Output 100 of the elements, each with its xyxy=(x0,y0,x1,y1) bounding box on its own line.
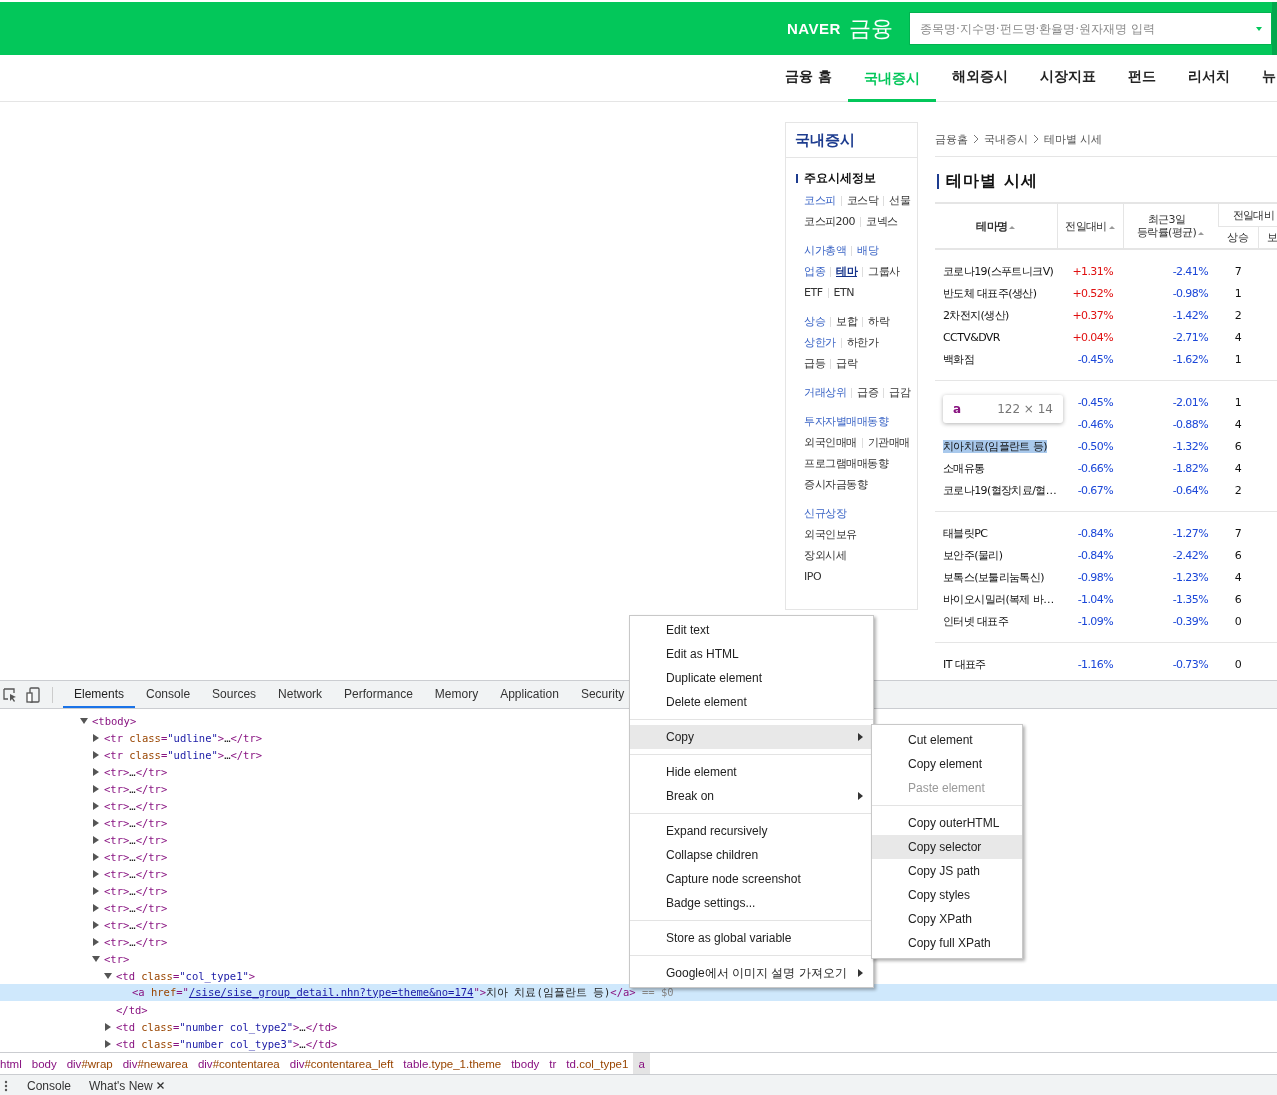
menu-item[interactable]: Badge settings... xyxy=(630,891,873,915)
sidebar-link[interactable]: 업종 xyxy=(804,264,825,279)
sidebar-link[interactable]: ETF xyxy=(804,286,823,299)
collapsed-arrow-icon[interactable] xyxy=(93,903,99,912)
menu-item[interactable]: Duplicate element xyxy=(630,666,873,690)
sidebar-link[interactable]: 외국인매매 xyxy=(804,435,857,450)
devtools-tab[interactable]: Application xyxy=(489,681,570,708)
menu-item[interactable]: Copy element xyxy=(872,752,1022,776)
collapsed-arrow-icon[interactable] xyxy=(93,750,99,759)
close-icon[interactable] xyxy=(156,1082,164,1089)
theme-name-link[interactable]: CCTV&DVR xyxy=(943,330,1000,344)
sidebar-link[interactable]: 투자자별매매동향 xyxy=(804,414,888,429)
sidebar-link[interactable]: 상승 xyxy=(804,314,825,329)
dom-node-line[interactable]: <tr>…</tr> xyxy=(0,797,168,814)
collapsed-arrow-icon[interactable] xyxy=(105,1022,111,1031)
collapsed-arrow-icon[interactable] xyxy=(93,818,99,827)
collapsed-arrow-icon[interactable] xyxy=(105,1039,111,1048)
devtools-tab[interactable]: Performance xyxy=(333,681,424,708)
dom-node-line[interactable]: <tr> xyxy=(0,950,130,967)
dom-breadcrumb[interactable]: html xyxy=(0,1053,27,1074)
sidebar-link[interactable]: 코스닥 xyxy=(846,193,878,208)
dom-breadcrumb[interactable]: div#contentarea_left xyxy=(284,1053,399,1074)
column-header[interactable]: 테마명 xyxy=(976,219,1016,233)
dom-node-line[interactable]: <tr>…</tr> xyxy=(0,865,168,882)
sidebar-link[interactable]: 선물 xyxy=(889,193,910,208)
dom-breadcrumb[interactable]: body xyxy=(26,1053,62,1074)
menu-item[interactable]: Delete element xyxy=(630,690,873,714)
collapsed-arrow-icon[interactable] xyxy=(93,852,99,861)
expanded-arrow-icon[interactable] xyxy=(104,972,112,979)
devtools-tab[interactable]: Network xyxy=(267,681,334,708)
dom-node-line[interactable]: <tr>…</tr> xyxy=(0,763,168,780)
theme-name-link[interactable]: 2차전지(생산) xyxy=(943,308,1009,322)
dom-breadcrumb[interactable]: table.type_1.theme xyxy=(398,1053,507,1074)
devtools-tab[interactable]: Memory xyxy=(423,681,490,708)
device-toolbar-icon[interactable] xyxy=(26,686,42,703)
breadcrumb-link[interactable]: 테마별 시세 xyxy=(1044,131,1103,147)
dom-node-line[interactable]: <tr>…</tr> xyxy=(0,831,168,848)
collapsed-arrow-icon[interactable] xyxy=(93,767,99,776)
theme-name-link[interactable]: 소매유통 xyxy=(943,461,985,475)
expanded-arrow-icon[interactable] xyxy=(80,717,88,724)
menu-item[interactable]: Copy JS path xyxy=(872,859,1022,883)
collapsed-arrow-icon[interactable] xyxy=(93,835,99,844)
breadcrumb-link[interactable]: 금융홈 xyxy=(935,131,968,147)
sort-icon[interactable] xyxy=(1198,232,1205,235)
drawer-tab[interactable]: What's New xyxy=(89,1078,153,1093)
sidebar-link[interactable]: 거래상위 xyxy=(804,385,846,400)
theme-name-link[interactable]: 인터넷 대표주 xyxy=(943,614,1009,628)
collapsed-arrow-icon[interactable] xyxy=(93,886,99,895)
sidebar-link[interactable]: 보합 xyxy=(836,314,857,329)
dom-breadcrumb[interactable]: tr xyxy=(544,1053,562,1074)
sidebar-link[interactable]: 코스피200 xyxy=(804,214,855,229)
sidebar-link[interactable]: 장외시세 xyxy=(804,548,846,563)
link[interactable]: /sise/sise_group_detail.nhn?type=theme&no=174 xyxy=(188,985,474,998)
menu-item[interactable]: Copy XPath xyxy=(872,907,1022,931)
dom-node-line[interactable]: <tr>…</tr> xyxy=(0,780,168,797)
theme-name-link[interactable]: 백화점 xyxy=(943,352,975,366)
theme-name-link[interactable]: 태블릿PC xyxy=(943,526,988,540)
expanded-arrow-icon[interactable] xyxy=(92,955,100,962)
devtools-tab[interactable]: Sources xyxy=(201,681,268,708)
sort-icon[interactable] xyxy=(1108,225,1115,229)
dom-node-line[interactable]: <tr>…</tr> xyxy=(0,814,168,831)
dom-node-line[interactable]: <td class="col_type1"> xyxy=(0,967,256,984)
sidebar-link[interactable]: 하락 xyxy=(868,314,889,329)
theme-name-link[interactable]: 보톡스(보툴리눔톡신) xyxy=(943,570,1044,584)
devtools-tab[interactable]: Elements xyxy=(63,681,136,708)
sidebar-link[interactable]: 코넥스 xyxy=(866,214,898,229)
menu-item[interactable]: Cut element xyxy=(872,728,1022,752)
dom-node-line[interactable]: <tr class="udline">…</tr> xyxy=(0,746,263,763)
dom-node-line[interactable]: <tr>…</tr> xyxy=(0,848,168,865)
menu-item[interactable]: Copy xyxy=(630,725,873,749)
menu-item[interactable]: Store as global variable xyxy=(630,926,873,950)
dom-breadcrumb[interactable]: div#wrap xyxy=(61,1053,118,1074)
nav-tab[interactable]: 해외증시 xyxy=(935,55,1024,102)
sidebar-link[interactable]: 테마 xyxy=(836,264,857,279)
theme-name-link[interactable]: 코로나19(스푸트니크V) xyxy=(943,264,1054,278)
sidebar-link[interactable]: 상한가 xyxy=(804,335,836,350)
menu-item[interactable]: Hide element xyxy=(630,760,873,784)
collapsed-arrow-icon[interactable] xyxy=(93,801,99,810)
menu-item[interactable]: Copy selector xyxy=(872,835,1022,859)
dom-node-line[interactable]: <td class="number col_type3">…</td> xyxy=(0,1035,338,1052)
collapsed-arrow-icon[interactable] xyxy=(93,869,99,878)
theme-name-link[interactable]: 코로나19(혈장치료/혈… xyxy=(943,483,1057,497)
sidebar-link[interactable]: 배당 xyxy=(857,243,878,258)
sidebar-link[interactable]: 급감 xyxy=(889,385,910,400)
dom-node-line[interactable]: <tbody> xyxy=(0,712,137,729)
dom-node-line[interactable]: <td class="number col_type2">…</td> xyxy=(0,1018,338,1035)
search-field[interactable]: 종목명·지수명·펀드명·환율명·원자재명 입력 xyxy=(908,12,1272,45)
theme-name-link[interactable]: 치아치료(임플란트 등) xyxy=(943,439,1047,453)
sidebar-link[interactable]: 시가총액 xyxy=(804,243,846,258)
breadcrumb-link[interactable]: 국내증시 xyxy=(984,131,1028,147)
menu-item[interactable]: Edit text xyxy=(630,618,873,642)
menu-item[interactable]: Google에서 이미지 설명 가져오기 xyxy=(630,961,873,985)
sidebar-link[interactable]: 급락 xyxy=(836,356,857,371)
dom-breadcrumb[interactable]: a xyxy=(633,1053,650,1074)
dom-node-line[interactable]: <tr class="udline">…</tr> xyxy=(0,729,263,746)
collapsed-arrow-icon[interactable] xyxy=(93,920,99,929)
nav-tab[interactable]: 리서치 xyxy=(1171,55,1246,102)
sidebar-link[interactable]: 프로그램매매동향 xyxy=(804,456,888,471)
dom-node-line[interactable]: <tr>…</tr> xyxy=(0,916,168,933)
sidebar-link[interactable]: 그룹사 xyxy=(868,264,900,279)
